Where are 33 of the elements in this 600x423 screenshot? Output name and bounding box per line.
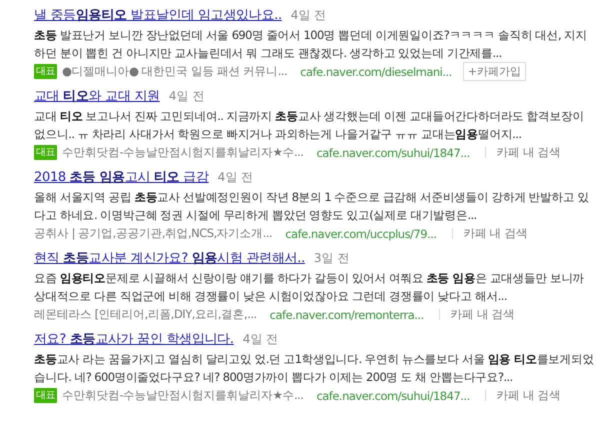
cafe-search-link[interactable]: 카페 내 검색 (464, 226, 528, 241)
cafe-url-link[interactable]: cafe.naver.com/suhui/1847... (316, 146, 470, 160)
cafe-search-link[interactable]: 카페 내 검색 (496, 388, 561, 403)
cafe-url-link[interactable]: cafe.naver.com/remonterra... (270, 308, 424, 322)
post-age: 4일 전 (168, 88, 204, 105)
result-snippet: 초등 발표난거 보니깐 장난없던데 서울 690명 줄어서 100명 뽑던데 이게뭔일이죠?ㅋㅋㅋㅋ 솔직히 대선, 지지하던 분이 뽑힌 건 아니지만 교사늘린데서 뭐 그래도 괜찮겠다. 생각하고 있었는데 기간제를... (34, 27, 588, 62)
result-title-link[interactable]: 현직 초등교사분 계신가요? 임용시험 관련해서.. (34, 249, 305, 267)
post-age: 4일 전 (290, 7, 326, 24)
post-age: 4일 전 (242, 331, 278, 348)
representative-badge: 대표 (34, 64, 57, 79)
cafe-search-link[interactable]: 카페 내 검색 (450, 307, 515, 322)
representative-badge: 대표 (34, 388, 57, 403)
post-age: 4일 전 (218, 169, 254, 186)
result-snippet: 초등교사 라는 꿈을가지고 열심히 달리고있 었.던 고1학생입니다. 우연히 뉴스를보다 서울 임용 티오를보게되었습니다. 네? 600명이줄었다구요? 네? 800명가까이 뽑다가 이제는 200명 도 채 안뽑는다구요?... (34, 351, 594, 386)
result-snippet: 요즘 임용티오문제로 시끌해서 신랑이랑 얘기를 하다가 갈등이 있어서 여쭤요 초등 임용은 교대생들만 보니까 상대적으로 다른 직업군에 비해 경쟁률이 낮은 시험이었잖아요 그런데 경쟁률이 낮다고 해서... (34, 270, 586, 305)
cafe-name: 레몬테라스 [인테리어,리폼,DIY,요리,결혼,... (34, 307, 257, 322)
representative-badge: 대표 (34, 145, 57, 160)
result-title-link[interactable]: 교대 티오와 교대 지원 (34, 87, 160, 105)
cafe-name: 공취사 | 공기업,공공기관,취업,NCS,자기소개... (34, 226, 272, 241)
cafe-url-link[interactable]: cafe.naver.com/dieselmani... (300, 64, 452, 78)
cafe-url-link[interactable]: cafe.naver.com/suhui/1847... (316, 388, 470, 402)
cafe-url-link[interactable]: cafe.naver.com/uccplus/79... (285, 226, 437, 240)
cafe-search-link[interactable]: 카페 내 검색 (496, 145, 561, 160)
result-title-link[interactable]: 낼 중등임용티오 발표날인데 임고생있나요.. (34, 6, 282, 24)
result-title-link[interactable]: 저요? 초등교사가 꿈인 학생입니다. (34, 330, 234, 348)
post-age: 3일 전 (314, 250, 350, 267)
cafe-name: ●디젤매니아● 대한민국 일등 패션 커뮤니... (62, 64, 288, 79)
cafe-name: 수만휘닷컴-수능날만점시험지를휘날리자★수... (62, 145, 304, 160)
cafe-name: 수만휘닷컴-수능날만점시험지를휘날리자★수... (62, 388, 304, 403)
result-snippet: 교대 티오 보고나서 진짜 고민되네여.. 지금까지 초등교사 생각했는데 이젠 교대들어간다하더라도 합격보장이 없으니.. ㅠ 차라리 사대가서 학원으로 빠지거나 과외하는게 나을거같구 ㅠㅠ 교대는임용떨어지... (34, 108, 585, 143)
join-cafe-button[interactable]: +카페가입 (462, 62, 526, 81)
result-snippet: 올해 서울지역 공립 초등교사 선발예정인원이 작년 8분의 1 수준으로 급감해 서준비생들이 강하게 반발하고 있다고 하네요. 이명박근혜 정권 시절에 무리하게 뽑았던 영향도 있고(실제로 대기발령은... (34, 189, 590, 224)
result-title-link[interactable]: 2018 초등 임용고시 티오 급감 (34, 168, 209, 186)
